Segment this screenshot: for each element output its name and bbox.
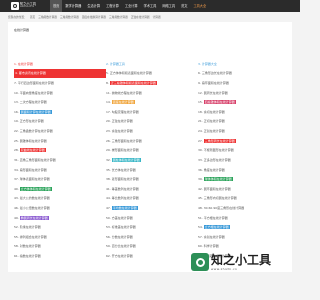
calculator-link[interactable]: 21. 正切在线计算器 [198, 117, 290, 127]
calculator-link[interactable]: 23. 余弦在线计算器 [106, 126, 198, 136]
calculator-link[interactable]: 48. 30·60·90度三角形在线计算器 [198, 203, 290, 213]
calculator-link[interactable]: 14. 弧度在线计算器 [106, 97, 198, 107]
calculator-link[interactable]: 16. 圆面积计算在线计算器 [14, 107, 106, 117]
calculator-link[interactable]: 18. 余切在线计算器 [198, 107, 290, 117]
calculator-link[interactable]: 34. 扇形面积在线计算器 [14, 165, 106, 175]
calculator-link[interactable]: 39. 球体体积在线计算器 [198, 174, 290, 184]
nav-item[interactable]: 生活计算 [84, 0, 103, 12]
calculator-link[interactable]: 29. 梯形面积在线计算器 [106, 145, 198, 155]
calculator-link[interactable]: 7. 平行四边形面积在线计算器 [14, 78, 106, 88]
calculator-link[interactable]: 60. 科学计算器 [198, 242, 290, 252]
calculator-link[interactable]: 50. 方差在线计算器 [106, 213, 198, 223]
calculator-link[interactable]: 31. 直角三角形面积在线计算器 [14, 155, 106, 165]
calculator-link[interactable]: 36. 角度在线计算器 [198, 165, 290, 175]
calculator-link[interactable]: 15. 四棱锥体积在线计算器 [198, 97, 290, 107]
calculator-link[interactable]: 27. 三角形周长在线计算器 [198, 136, 290, 146]
calculator-link[interactable]: 12. 圆周长在线计算器 [198, 88, 290, 98]
calculator-link[interactable]: 30. 不规则图形在线计算器 [198, 145, 290, 155]
calculator-link[interactable]: 35. 长方体在线计算器 [106, 165, 198, 175]
nav-item[interactable]: 数学计算器 [62, 0, 84, 12]
calculator-link[interactable]: 17. 勾股定理在线计算器 [106, 107, 198, 117]
breadcrumb-link[interactable]: 三角函数计算器 [38, 15, 57, 19]
calculator-link[interactable]: 1. 在线计算器 [14, 59, 106, 69]
calculator-link[interactable]: 53. 标准差在线计算器 [106, 222, 198, 232]
watermark-logo-icon [191, 253, 209, 271]
nav-item[interactable]: 工程计算 [103, 0, 122, 12]
calculator-link[interactable]: 49. 椭圆周长在线计算器 [14, 213, 106, 223]
calculator-link[interactable]: 56. 分数在线计算器 [106, 232, 198, 242]
nav-item[interactable]: 网络工具 [159, 0, 178, 12]
calculator-column-3: 3. 计算器大全 6. 三角形边长在线计算器 9. 扇环面积在线计算器 12. 圆周长… [198, 59, 290, 261]
calculator-list-panel: 在线计算器 1. 在线计算器 4. 都市资讯在线计算器 7. 平行四边形面积在线计算… [8, 22, 292, 272]
calculator-link[interactable]: 4. 都市资讯在线计算器 [14, 68, 106, 79]
breadcrumb-link[interactable]: 计算器 [153, 15, 161, 19]
breadcrumb-link[interactable]: 首页 [30, 15, 35, 19]
watermark-title: 知之小工具 [211, 252, 272, 267]
calculator-link[interactable]: 22. 三角函数计算在线计算器 [14, 126, 106, 136]
calculator-link[interactable]: 26. 三角形面积在线计算器 [106, 136, 198, 146]
nav-item[interactable]: 工具大全 [190, 0, 209, 12]
calculator-link[interactable]: 42. 圆环面积在线计算器 [198, 184, 290, 194]
calculator-link[interactable]: 52. 阶乘在线计算器 [14, 222, 106, 232]
calculator-link[interactable]: 2. 计算器工具 [106, 59, 198, 69]
calculator-link[interactable]: 57. 余割在线计算器 [198, 232, 290, 242]
nav-item[interactable]: 学术工具 [141, 0, 160, 12]
breadcrumb-link[interactable]: 三角函数计算器 [109, 15, 128, 19]
calculator-link[interactable]: 61. 指数在线计算器 [14, 251, 106, 261]
calculator-link[interactable]: 19. 正方形在线计算器 [14, 117, 106, 127]
panel-title: 在线计算器 [14, 28, 30, 32]
calculator-link[interactable]: 24. 正割在线计算器 [198, 126, 290, 136]
calculator-link[interactable]: 32. 圆柱体积在线计算器 [106, 155, 198, 165]
breadcrumb: 您现在的位置： 首页 三角函数计算器 三角函数计算器 弧度在线换算计算器 三角函数计算器正… [8, 15, 292, 19]
top-nav: 知之小工具 www.zhizhi.cn 首页 数学计算器 生活计算 工程计算 工业计算学… [0, 0, 300, 12]
calculator-link[interactable]: 10. 平面向量角度在线计算器 [14, 88, 106, 98]
calculator-link[interactable]: 8. 正三棱锥体积和表面积在线计算器 [106, 78, 198, 88]
calculator-link[interactable]: 28. 双曲线在线计算器 [14, 145, 106, 155]
calculator-link[interactable]: 9. 扇环面积在线计算器 [198, 78, 290, 88]
site-watermark: 知之小工具 www.zhizhi.cn [191, 253, 271, 271]
brand-logo[interactable]: 知之小工具 www.zhizhi.cn [11, 2, 42, 10]
nav-menu: 首页 数学计算器 生活计算 工程计算 工业计算 学术工具 网络工具 范文 工具大全 [50, 0, 209, 12]
calculator-link[interactable]: 20. 正弦在线计算器 [106, 117, 198, 127]
logo-icon [11, 2, 19, 10]
calculator-link[interactable]: 37. 球体表面积在线计算器 [14, 174, 106, 184]
calculator-link[interactable]: 38. 菱形面积在线计算器 [106, 174, 198, 184]
calculator-link[interactable]: 6. 三角形边长在线计算器 [198, 69, 290, 79]
calculator-link[interactable]: 62. 开方在线计算器 [106, 251, 198, 261]
calculator-link[interactable]: 25. 圆锥体积在线计算器 [14, 136, 106, 146]
calculator-link[interactable]: 41. 等差数列在线计算器 [106, 184, 198, 194]
calculator-link[interactable]: 11. 抛物线方程在线计算器 [106, 88, 198, 98]
calculator-column-2: 2. 计算器工具 5. 正方体体积和表面积在线计算器 8. 正三棱锥体积和表面积在线计… [106, 59, 198, 261]
brand-domain: www.zhizhi.cn [20, 6, 35, 8]
breadcrumb-link[interactable]: 正弦在线计算器 [131, 15, 150, 19]
breadcrumb-label: 您现在的位置： [8, 15, 27, 19]
breadcrumb-link[interactable]: 三角函数计算器 [60, 15, 79, 19]
calculator-link[interactable]: 43. 最大公约数在线计算器 [14, 194, 106, 204]
breadcrumb-link[interactable]: 弧度在线换算计算器 [82, 15, 106, 19]
calculator-link[interactable]: 46. 最小公倍数在线计算器 [14, 203, 106, 213]
nav-item[interactable]: 首页 [50, 0, 63, 12]
calculator-link[interactable]: 13. 二次方程在线计算器 [14, 97, 106, 107]
calculator-column-1: 1. 在线计算器 4. 都市资讯在线计算器 7. 平行四边形面积在线计算器 10. 平… [14, 59, 106, 261]
watermark-subtitle: www.zhizhi.cn [211, 266, 238, 271]
calculator-link[interactable]: 55. 排列组合在线计算器 [14, 232, 106, 242]
nav-item[interactable]: 范文 [178, 0, 190, 12]
calculator-link[interactable]: 44. 等比数列在线计算器 [106, 194, 198, 204]
calculator-link[interactable]: 51. 平方根在线计算器 [198, 213, 290, 223]
calculator-link[interactable]: 33. 正多边形在线计算器 [198, 155, 290, 165]
calculator-link[interactable]: 58. 对数在线计算器 [14, 242, 106, 252]
calculator-link[interactable]: 54. 立方根在线计算器 [198, 222, 290, 232]
calculator-link[interactable]: 5. 正方体体积和表面积在线计算器 [106, 69, 198, 79]
calculator-link[interactable]: 45. 三角形内切圆在线计算器 [198, 194, 290, 204]
calculator-link[interactable]: 59. 百分比在线计算器 [106, 242, 198, 252]
calculator-link[interactable]: 3. 计算器大全 [198, 59, 290, 69]
nav-item[interactable]: 工业计算 [122, 0, 141, 12]
calculator-link[interactable]: 40. 立方体体积在线计算器 [14, 184, 106, 194]
calculator-link[interactable]: 47. 平均数在线计算器 [106, 203, 198, 213]
